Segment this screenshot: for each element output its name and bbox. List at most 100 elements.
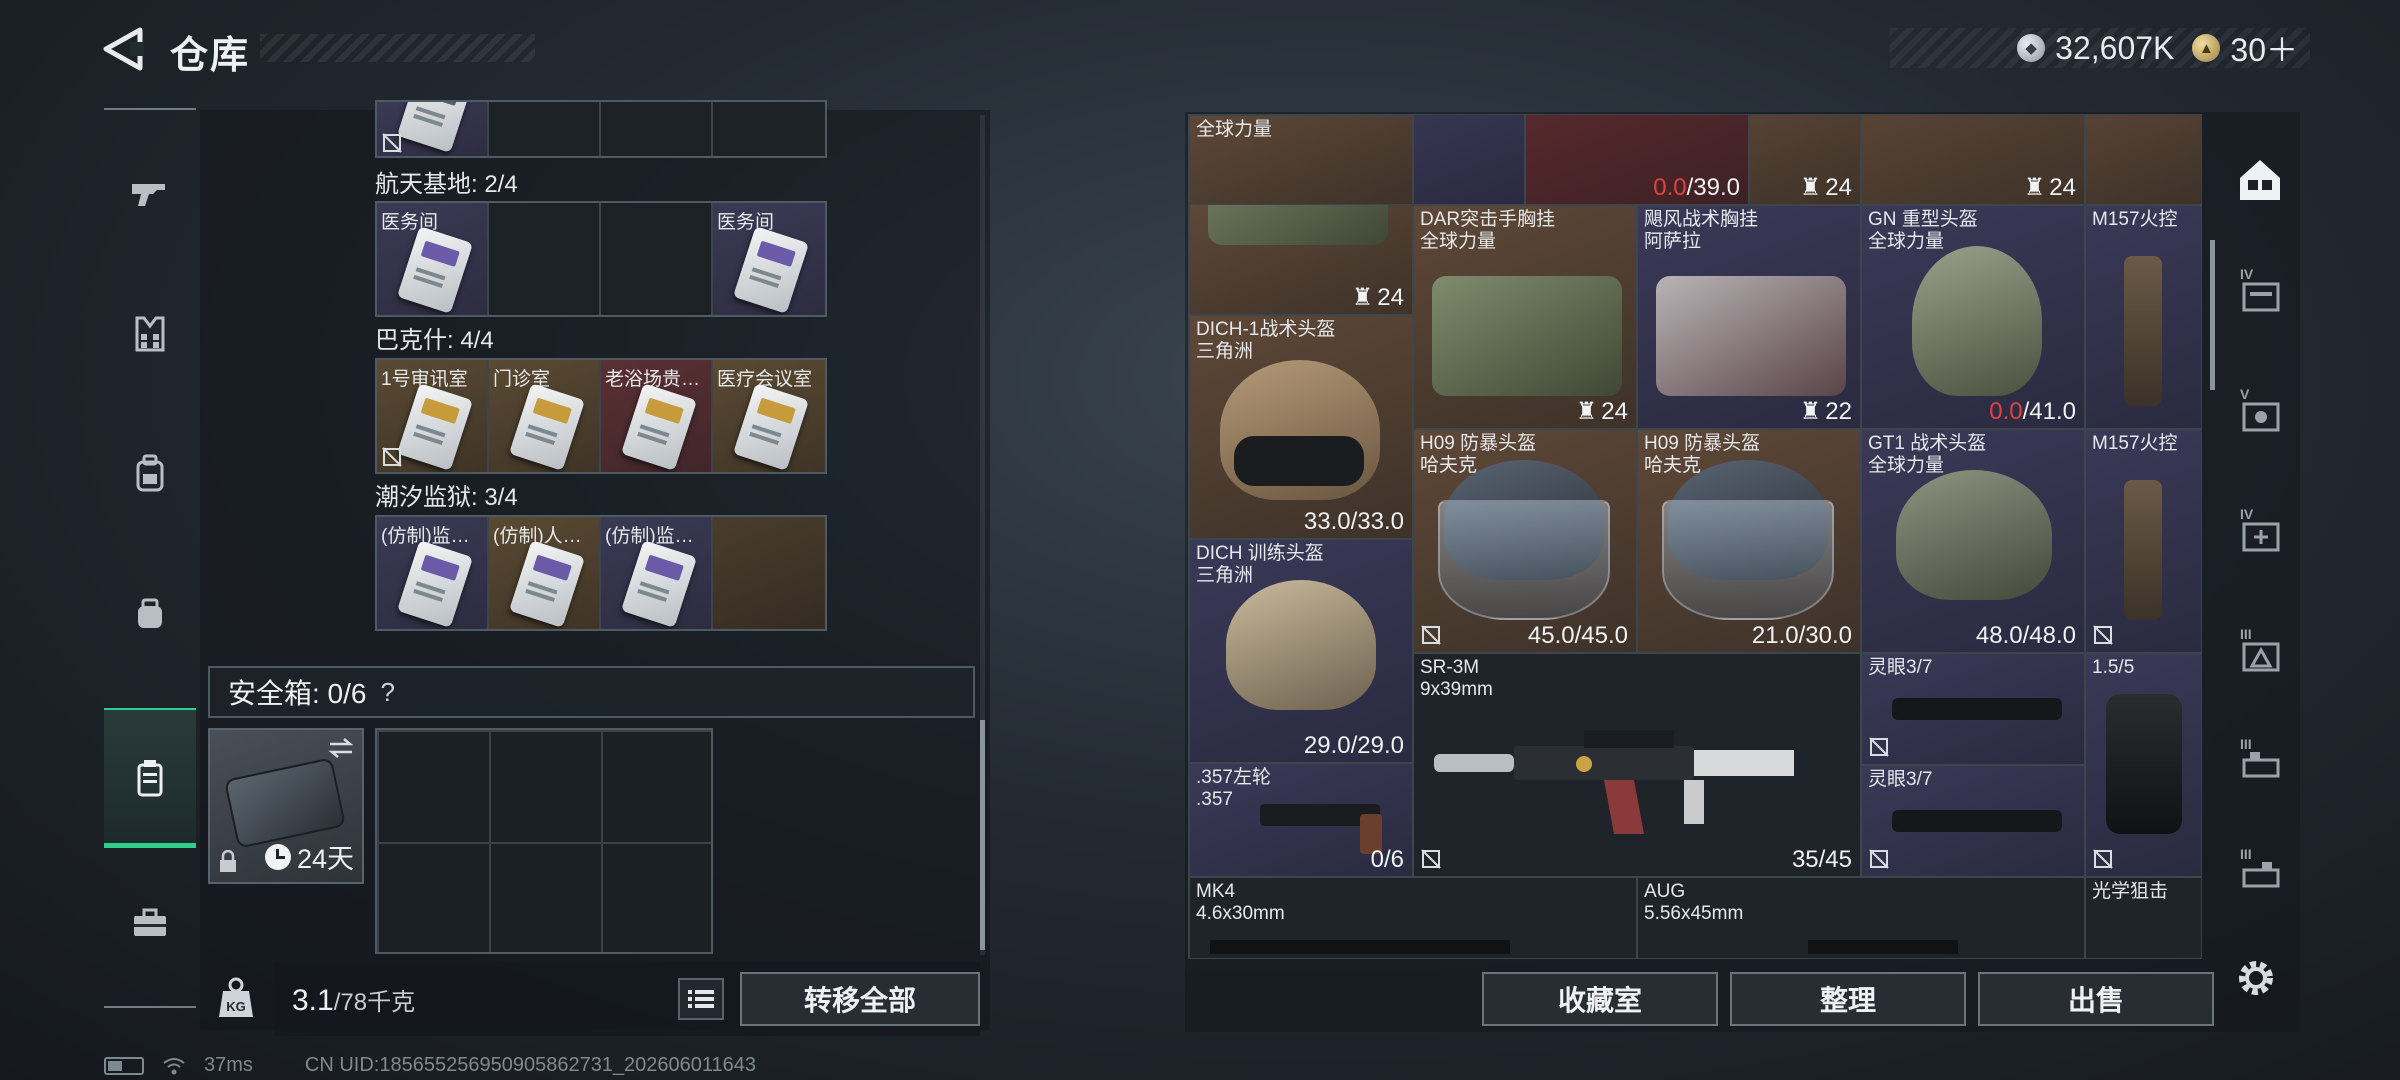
stash-item[interactable]: 全球力量 xyxy=(1189,115,1413,205)
swap-icon[interactable] xyxy=(326,736,356,760)
stash-tab[interactable]: V xyxy=(2228,382,2292,446)
stash-item[interactable]: .357左轮 .357 0/6 xyxy=(1189,763,1413,877)
nav-toolbox[interactable] xyxy=(104,853,196,993)
safe-box-item[interactable]: 24天 xyxy=(208,728,364,884)
stash-item[interactable]: DICH-1战术头盔 三角洲 33.0/33.0 xyxy=(1189,315,1413,539)
stash-item[interactable]: GT1 战术头盔 全球力量 48.0/48.0 xyxy=(1861,429,2085,653)
stash-tab[interactable]: III xyxy=(2228,732,2292,796)
stash-item[interactable]: 0.0/39.0 xyxy=(1525,115,1749,205)
toolbox-icon xyxy=(134,908,166,936)
back-button[interactable] xyxy=(100,26,146,72)
stash-item[interactable]: AUG 5.56x45mm xyxy=(1637,877,2085,958)
list-view-button[interactable] xyxy=(678,978,724,1020)
item-quantity: ♜ 24 xyxy=(1351,283,1404,312)
stash-tab-rail: IV V IV III III III xyxy=(2220,112,2300,962)
stash-item[interactable]: 灵眼3/7 xyxy=(1861,653,2085,765)
key-slot-empty xyxy=(713,102,825,156)
stash-tab[interactable]: III xyxy=(2228,842,2292,906)
key-slot[interactable]: 医务间 xyxy=(377,203,489,315)
sell-button[interactable]: 出售 xyxy=(1978,972,2214,1026)
key-slot[interactable]: 门诊室 xyxy=(489,360,601,472)
nav-backpack[interactable] xyxy=(104,403,196,543)
nav-divider xyxy=(104,1006,196,1008)
key-section-title: 巴克什: 4/4 xyxy=(375,327,494,354)
stash-item[interactable]: H09 防暴头盔 哈夫克 45.0/45.0 xyxy=(1413,429,1637,653)
nav-safe-case[interactable] xyxy=(104,708,196,848)
rifle-image xyxy=(1808,940,1958,954)
scope-image xyxy=(1892,810,2062,832)
stash-item[interactable]: M157火控 xyxy=(2085,205,2201,429)
stash-item[interactable]: 飓风战术胸挂 阿萨拉 ♜ 22 xyxy=(1637,205,1861,429)
stash-tab[interactable]: III xyxy=(2228,622,2292,686)
key-row-partial xyxy=(375,100,827,158)
stash-item[interactable]: H09 防暴头盔 哈夫克 21.0/30.0 xyxy=(1637,429,1861,653)
pouch-icon xyxy=(138,598,162,628)
weight-kg-icon[interactable]: KG xyxy=(215,975,257,1021)
stash-item[interactable] xyxy=(1413,115,1525,205)
collection-room-button[interactable]: 收藏室 xyxy=(1482,972,1718,1026)
stash-item[interactable]: M157火控 xyxy=(2085,429,2201,653)
clock-icon xyxy=(264,843,291,870)
goggles-image xyxy=(1234,436,1364,486)
help-icon[interactable]: ? xyxy=(380,677,394,708)
stash-tab[interactable]: IV xyxy=(2228,262,2292,326)
item-quantity: ♜ 24 xyxy=(1575,397,1628,426)
nav-pouch[interactable] xyxy=(104,543,196,683)
stash-scrollbar-thumb[interactable] xyxy=(2210,240,2215,390)
stash-item[interactable]: DICH 训练头盔 三角洲 29.0/29.0 xyxy=(1189,539,1413,763)
stash-item[interactable]: ♜ 24 xyxy=(1861,115,2085,205)
key-slot[interactable]: (仿制)监… xyxy=(377,517,489,629)
item-ammo: 35/45 xyxy=(1791,846,1852,873)
keycard-icon xyxy=(620,383,698,471)
uid-readout: CN UID:1856552569509058627​31_2026060116… xyxy=(304,1054,757,1076)
stash-item-rifle[interactable]: SR-3M 9x39mm 35/45 xyxy=(1413,653,1861,877)
no-insure-icon xyxy=(2093,849,2113,869)
left-scrollbar-thumb[interactable] xyxy=(980,720,985,950)
stash-grid: 全球力量 0.0/39.0 ♜ 24 ♜ 24 ♜ 24 DAR突击手胸挂 全球力量 ♜… xyxy=(1188,114,2202,959)
currency-bar: ◆ 32,607K ▲ 30＋ xyxy=(1890,28,2310,68)
key-slot[interactable]: 1号审讯室 xyxy=(377,360,489,472)
stash-tab[interactable]: IV xyxy=(2228,502,2292,566)
key-slot[interactable]: 医疗会议室 xyxy=(713,360,825,472)
stash-item[interactable]: MK4 4.6x30mm xyxy=(1189,877,1637,958)
gold-currency-amount[interactable]: 30＋ xyxy=(2230,25,2298,71)
stash-item[interactable] xyxy=(2085,115,2201,205)
safe-case-image xyxy=(223,757,347,849)
item-name: AUG 5.56x45mm xyxy=(1644,881,1744,924)
key-slot[interactable]: 老浴场贵… xyxy=(601,360,713,472)
stash-item[interactable]: GN 重型头盔 全球力量 0.0/41.0 xyxy=(1861,205,2085,429)
stash-item[interactable]: DAR突击手胸挂 全球力量 ♜ 24 xyxy=(1413,205,1637,429)
key-slot[interactable]: (仿制)人… xyxy=(489,517,601,629)
safe-box-timer: 24天 xyxy=(264,837,354,876)
wifi-icon xyxy=(163,1057,185,1074)
key-slot[interactable] xyxy=(377,102,489,156)
visor-image xyxy=(1662,500,1834,620)
transfer-all-button[interactable]: 转移全部 xyxy=(740,972,980,1026)
keycard-icon xyxy=(396,102,474,153)
stash-item[interactable]: 光学狙击 xyxy=(2085,877,2201,958)
key-slot-empty xyxy=(713,517,825,629)
item-durability: 0.0/39.0 xyxy=(1653,174,1740,201)
safe-box-slots[interactable] xyxy=(375,728,713,954)
weight-current: 3.1 xyxy=(292,984,334,1017)
keycard-icon xyxy=(620,540,698,628)
stash-tab-main[interactable] xyxy=(2228,148,2292,212)
svg-text:KG: KG xyxy=(226,999,246,1014)
scope-image xyxy=(2124,480,2162,620)
key-slot[interactable]: (仿制)监… xyxy=(601,517,713,629)
stash-item[interactable]: 灵眼3/7 xyxy=(1861,765,2085,877)
stash-item-bag[interactable]: ♜ 24 xyxy=(1189,205,1413,315)
key-row: (仿制)监… (仿制)人… (仿制)监… xyxy=(375,515,827,631)
helmet-image xyxy=(1226,580,1376,710)
nav-armor[interactable] xyxy=(104,263,196,403)
key-section-title: 潮汐监狱: 3/4 xyxy=(375,484,518,511)
nav-weapon[interactable] xyxy=(104,123,196,263)
key-slot[interactable]: 医务间 xyxy=(713,203,825,315)
no-insure-icon xyxy=(1421,849,1441,869)
stash-item[interactable]: ♜ 24 xyxy=(1749,115,1861,205)
organize-button[interactable]: 整理 xyxy=(1730,972,1966,1026)
weight-max: /78千克 xyxy=(333,989,416,1016)
stash-item[interactable]: 1.5/5 xyxy=(2085,653,2201,877)
settings-gear-icon[interactable] xyxy=(2228,950,2284,1006)
item-name: MK4 4.6x30mm xyxy=(1196,881,1285,924)
